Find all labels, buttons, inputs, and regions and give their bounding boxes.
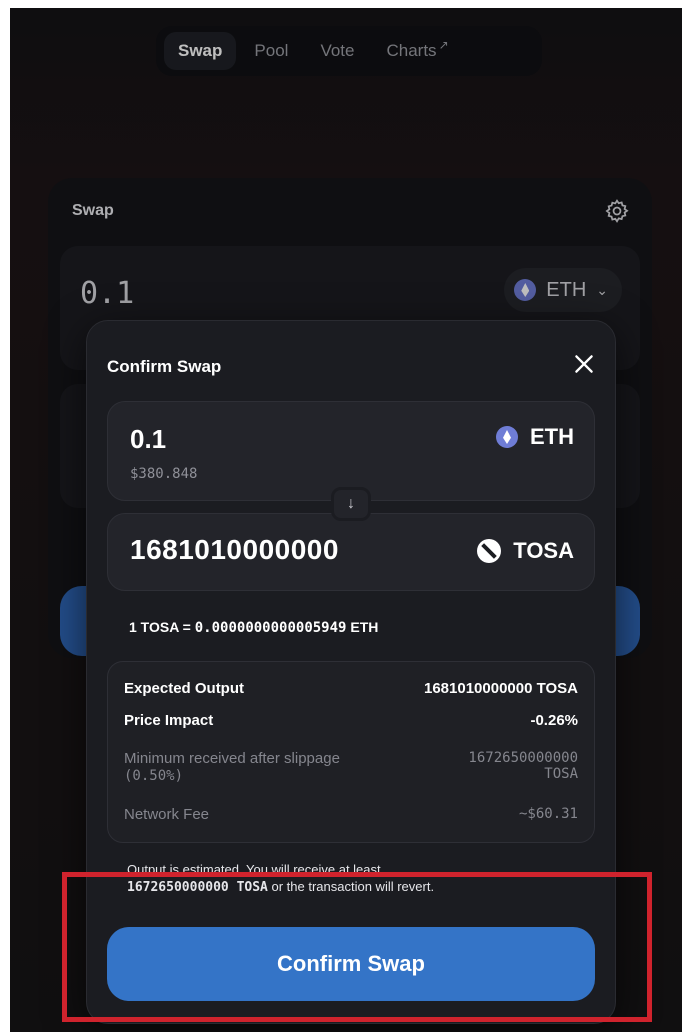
minimum-received-value-line1: 1672650000000 bbox=[468, 750, 578, 766]
detail-price-impact: Price Impact -0.26% bbox=[124, 712, 578, 729]
input-amount: 0.1 bbox=[130, 424, 167, 454]
output-amount: 1681010000000 bbox=[130, 534, 339, 565]
detail-network-fee: Network Fee ~$60.31 bbox=[124, 806, 578, 823]
output-token-symbol: TOSA bbox=[513, 538, 574, 563]
minimum-received-label-line2: (0.50%) bbox=[124, 768, 184, 784]
minimum-received-value: 1672650000000 TOSA bbox=[468, 750, 578, 784]
detail-minimum-received: Minimum received after slippage (0.50%) … bbox=[124, 750, 578, 784]
highlight-box bbox=[62, 872, 652, 1022]
minimum-received-label-line1: Minimum received after slippage bbox=[124, 750, 340, 767]
output-token-box: 1681010000000 TOSA bbox=[107, 513, 595, 591]
network-fee-value: ~$60.31 bbox=[518, 806, 578, 822]
input-usd-value: $380.848 bbox=[130, 466, 198, 482]
detail-expected-output: Expected Output 1681010000000 TOSA bbox=[124, 680, 578, 697]
output-token: TOSA bbox=[477, 538, 574, 564]
minimum-received-value-line2: TOSA bbox=[544, 766, 578, 782]
price-impact-label: Price Impact bbox=[124, 712, 214, 729]
expected-output-value: 1681010000000 TOSA bbox=[423, 680, 578, 697]
input-token-symbol: ETH bbox=[530, 424, 574, 449]
network-fee-label: Network Fee bbox=[124, 806, 210, 823]
minimum-received-label: Minimum received after slippage (0.50%) bbox=[124, 750, 340, 784]
expected-output-label: Expected Output bbox=[124, 680, 245, 697]
close-icon[interactable] bbox=[571, 351, 597, 377]
arrow-down-icon: ↓ bbox=[331, 487, 371, 521]
eth-icon bbox=[496, 426, 518, 448]
input-token: ETH bbox=[496, 424, 574, 450]
modal-title: Confirm Swap bbox=[107, 357, 222, 376]
rate-suffix: ETH bbox=[346, 619, 379, 635]
swap-details: Expected Output 1681010000000 TOSA Price… bbox=[107, 661, 595, 843]
rate-value: 0.0000000000005949 bbox=[194, 620, 347, 636]
input-token-box: 0.1 $380.848 ETH bbox=[107, 401, 595, 501]
rate-prefix: 1 TOSA = bbox=[129, 619, 195, 635]
tosa-token-icon bbox=[477, 539, 502, 563]
price-impact-value: -0.26% bbox=[530, 712, 578, 729]
exchange-rate: 1 TOSA = 0.0000000000005949 ETH bbox=[129, 619, 378, 636]
